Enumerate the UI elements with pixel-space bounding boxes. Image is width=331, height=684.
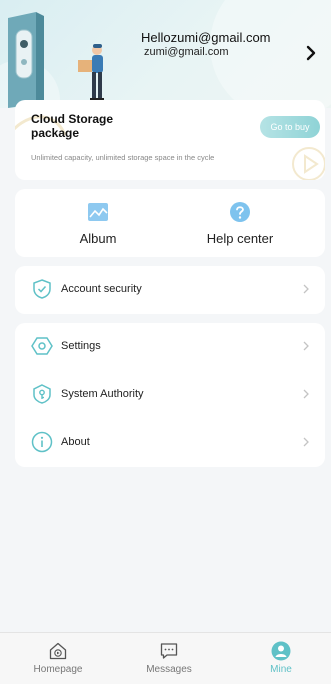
- settings-icon: [31, 337, 53, 355]
- doorbell-illustration: [8, 12, 115, 108]
- menu-item-about[interactable]: About: [15, 419, 325, 467]
- tab-messages-label: Messages: [146, 664, 192, 675]
- tab-mine[interactable]: Mine: [241, 641, 321, 675]
- menu-item-account-security[interactable]: Account security: [15, 266, 325, 314]
- profile-email: Hellozumi@gmail.com: [141, 30, 271, 45]
- menu-item-system-authority[interactable]: System Authority: [15, 371, 325, 419]
- chevron-right-icon: [303, 437, 309, 447]
- go-to-buy-button[interactable]: Go to buy: [260, 116, 320, 138]
- profile-email-secondary: zumi@gmail.com: [144, 46, 229, 58]
- cloud-storage-card[interactable]: Cloud Storage package Go to buy Unlimite…: [15, 100, 325, 180]
- help-center-label: Help center: [206, 231, 274, 246]
- album-label: Album: [79, 231, 117, 246]
- chevron-right-icon: [303, 341, 309, 351]
- cloud-storage-title: Cloud Storage package: [31, 112, 114, 140]
- album-button[interactable]: Album: [43, 201, 153, 246]
- bottom-tab-bar: Homepage Messages Mine: [0, 632, 331, 684]
- settings-label: Settings: [61, 340, 101, 352]
- profile-header[interactable]: Hellozumi@gmail.com zumi@gmail.com: [0, 0, 331, 108]
- home-icon: [49, 642, 67, 660]
- tab-mine-label: Mine: [270, 664, 292, 675]
- play-decor-icon: [292, 147, 325, 180]
- account-security-label: Account security: [61, 283, 142, 295]
- messages-icon: [160, 643, 178, 659]
- album-icon: [88, 203, 108, 221]
- chevron-right-icon: [303, 284, 309, 294]
- info-icon: [31, 431, 53, 453]
- help-icon: [230, 202, 250, 222]
- menu-item-settings[interactable]: Settings: [15, 323, 325, 371]
- shield-icon: [33, 279, 51, 299]
- tab-homepage[interactable]: Homepage: [18, 641, 98, 675]
- chevron-right-icon[interactable]: [302, 43, 320, 63]
- account-security-card: Account security: [15, 266, 325, 314]
- authority-icon: [33, 384, 51, 404]
- quick-actions-card: Album Help center: [15, 189, 325, 257]
- person-icon: [271, 641, 291, 661]
- cloud-storage-description: Unlimited capacity, unlimited storage sp…: [31, 153, 215, 162]
- help-center-button[interactable]: Help center: [185, 201, 295, 246]
- tab-homepage-label: Homepage: [33, 664, 83, 675]
- about-label: About: [61, 436, 90, 448]
- system-authority-label: System Authority: [61, 388, 144, 400]
- chevron-right-icon: [303, 389, 309, 399]
- tab-messages[interactable]: Messages: [129, 641, 209, 675]
- settings-card: Settings System Authority About: [15, 323, 325, 467]
